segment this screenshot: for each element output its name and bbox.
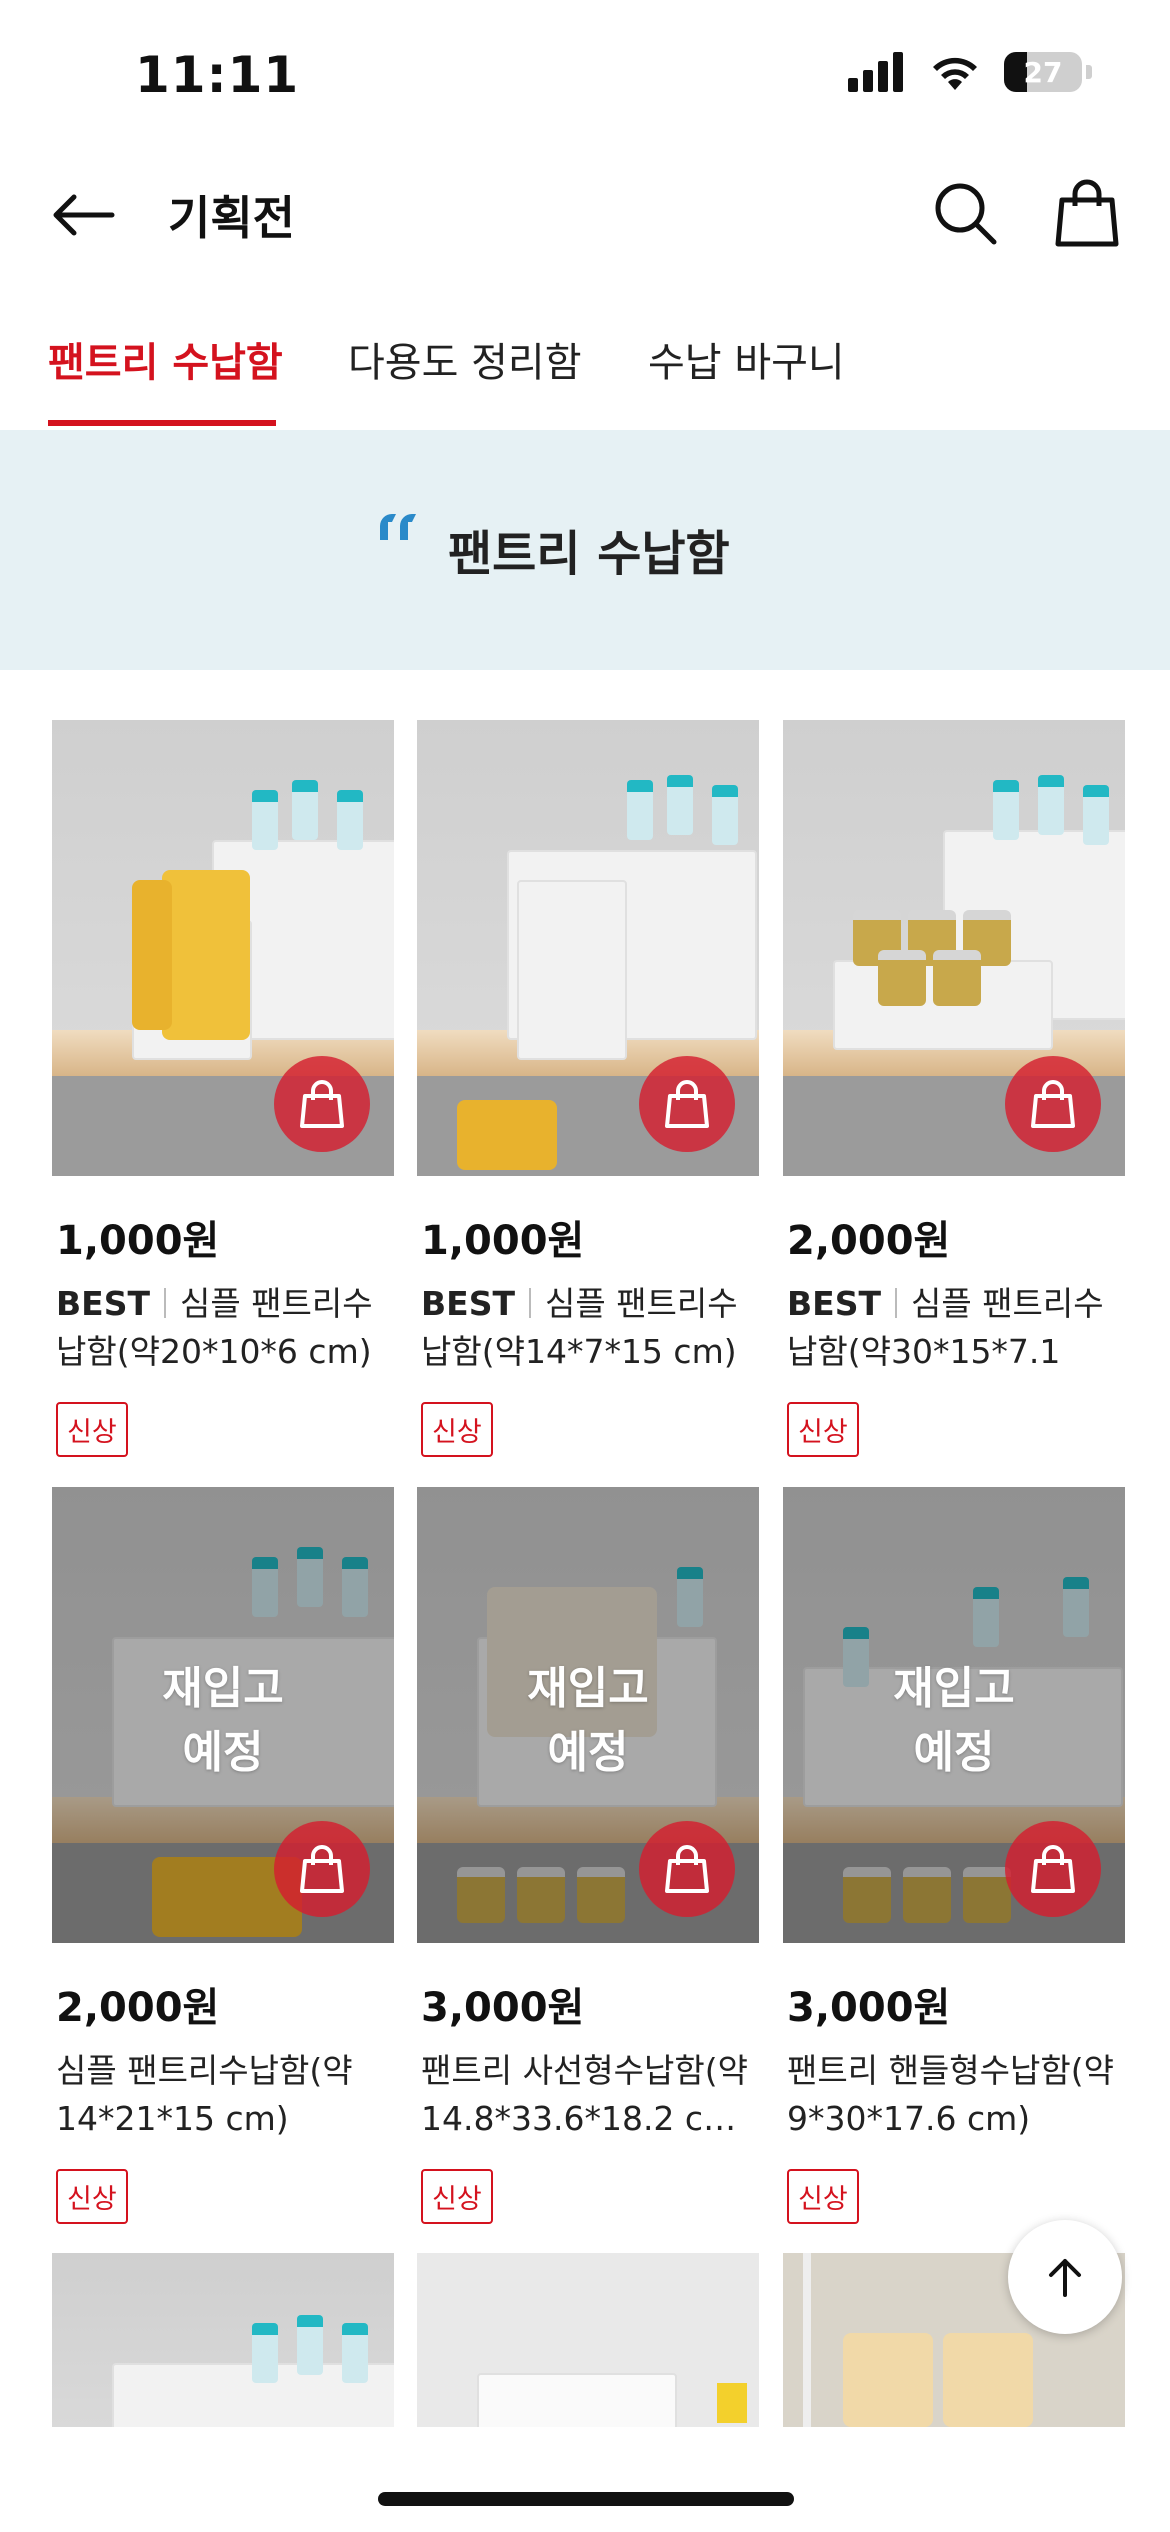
back-arrow-icon[interactable]	[48, 190, 118, 240]
product-name: BEST 심플 팬트리수납함(약20*10*6 cm)	[52, 1280, 394, 1376]
product-card[interactable]	[52, 2253, 394, 2427]
restock-overlay: 재입고예정	[417, 1657, 759, 1785]
status-time: 11:11	[135, 46, 300, 104]
restock-line-2: 예정	[547, 1727, 629, 1778]
status-bar: 11:11 27	[0, 0, 1170, 150]
cart-icon	[1031, 1080, 1075, 1128]
add-to-cart-button[interactable]	[274, 1821, 370, 1917]
tab-pantry-storage[interactable]: 팬트리 수납함	[48, 330, 283, 388]
restock-line-1: 재입고	[893, 1663, 1015, 1714]
restock-line-2: 예정	[182, 1727, 264, 1778]
battery-icon: 27	[1004, 52, 1082, 92]
add-to-cart-button[interactable]	[274, 1056, 370, 1152]
product-image[interactable]	[783, 720, 1125, 1176]
restock-line-1: 재입고	[527, 1663, 649, 1714]
add-to-cart-button[interactable]	[1005, 1821, 1101, 1917]
cart-icon	[665, 1845, 709, 1893]
product-image[interactable]	[417, 2253, 759, 2427]
new-badge: 신상	[421, 1402, 493, 1457]
product-card[interactable]: 1,000원 BEST 심플 팬트리수납함(약20*10*6 cm) 신상	[52, 720, 394, 1457]
cart-icon	[300, 1080, 344, 1128]
quote-icon	[380, 514, 416, 540]
best-label: BEST	[787, 1284, 881, 1323]
restock-overlay: 재입고예정	[52, 1657, 394, 1785]
home-indicator	[378, 2492, 794, 2506]
best-label: BEST	[421, 1284, 515, 1323]
battery-tip	[1086, 65, 1092, 79]
new-badge: 신상	[421, 2169, 493, 2224]
wifi-icon	[933, 57, 977, 90]
scroll-to-top-button[interactable]	[1008, 2220, 1122, 2334]
tab-multipurpose-organizer[interactable]: 다용도 정리함	[348, 330, 582, 388]
product-card[interactable]	[417, 2253, 759, 2427]
header: 기획전	[0, 170, 1170, 260]
product-image[interactable]	[52, 720, 394, 1176]
new-badge: 신상	[56, 1402, 128, 1457]
product-card[interactable]: 재입고예정 2,000원 심플 팬트리수납함(약14*21*15 cm) 신상	[52, 1487, 394, 2224]
product-card[interactable]: 1,000원 BEST 심플 팬트리수납함(약14*7*15 cm) 신상	[417, 720, 759, 1457]
search-icon[interactable]	[930, 178, 1000, 248]
product-price: 2,000원	[787, 1218, 951, 1264]
product-image[interactable]	[417, 720, 759, 1176]
banner-title: 팬트리 수납함	[448, 526, 730, 582]
cart-icon	[665, 1080, 709, 1128]
status-icons: 27	[846, 52, 1092, 92]
product-price: 1,000원	[56, 1218, 220, 1264]
battery-level: 27	[1023, 55, 1063, 89]
product-price: 3,000원	[421, 1985, 585, 2031]
product-name: 팬트리 사선형수납함(약14.8*33.6*18.2 c…	[421, 2051, 748, 2138]
product-price: 1,000원	[421, 1218, 585, 1264]
new-badge: 신상	[787, 1402, 859, 1457]
product-card[interactable]: 재입고예정 3,000원 팬트리 사선형수납함(약14.8*33.6*18.2 …	[417, 1487, 759, 2224]
add-to-cart-button[interactable]	[1005, 1056, 1101, 1152]
add-to-cart-button[interactable]	[639, 1056, 735, 1152]
product-name: 팬트리 핸들형수납함(약9*30*17.6 cm)	[787, 2051, 1114, 2138]
signal-icon	[848, 52, 903, 92]
product-price: 3,000원	[787, 1985, 951, 2031]
restock-line-1: 재입고	[162, 1663, 284, 1714]
product-price: 2,000원	[56, 1985, 220, 2031]
section-banner: 팬트리 수납함	[0, 430, 1170, 670]
page-title: 기획전	[168, 191, 295, 245]
product-name: 심플 팬트리수납함(약14*21*15 cm)	[56, 2051, 353, 2138]
add-to-cart-button[interactable]	[639, 1821, 735, 1917]
best-label: BEST	[56, 1284, 150, 1323]
product-image[interactable]	[52, 2253, 394, 2427]
new-badge: 신상	[787, 2169, 859, 2224]
tab-storage-basket[interactable]: 수납 바구니	[648, 330, 845, 388]
product-card[interactable]: 2,000원 BEST심플 팬트리수납함(약30*15*7.1 cm) 신상	[783, 720, 1125, 1457]
cart-icon	[300, 1845, 344, 1893]
product-card[interactable]: 재입고예정 3,000원 팬트리 핸들형수납함(약9*30*17.6 cm) 신…	[783, 1487, 1125, 2224]
restock-overlay: 재입고예정	[783, 1657, 1125, 1785]
category-tabs: 팬트리 수납함 다용도 정리함 수납 바구니	[0, 320, 1170, 430]
restock-line-2: 예정	[913, 1727, 995, 1778]
new-badge: 신상	[56, 2169, 128, 2224]
shopping-bag-icon[interactable]	[1052, 176, 1122, 248]
product-name: BEST심플 팬트리수납함(약30*15*7.1 cm)	[783, 1280, 1125, 1376]
product-name: BEST 심플 팬트리수납함(약14*7*15 cm)	[417, 1280, 759, 1376]
cart-icon	[1031, 1845, 1075, 1893]
arrow-up-icon	[1049, 2259, 1081, 2297]
active-tab-indicator	[48, 420, 276, 426]
